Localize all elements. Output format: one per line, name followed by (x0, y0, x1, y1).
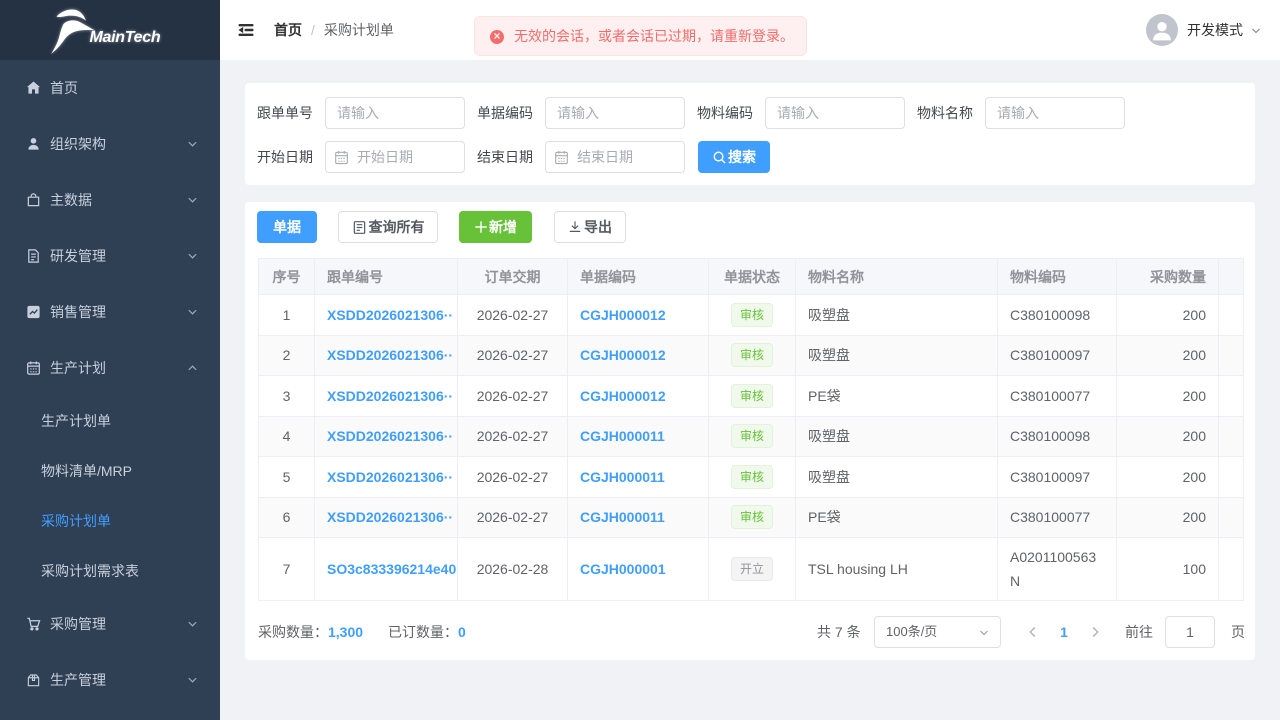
svg-text:MainTech: MainTech (90, 29, 161, 46)
